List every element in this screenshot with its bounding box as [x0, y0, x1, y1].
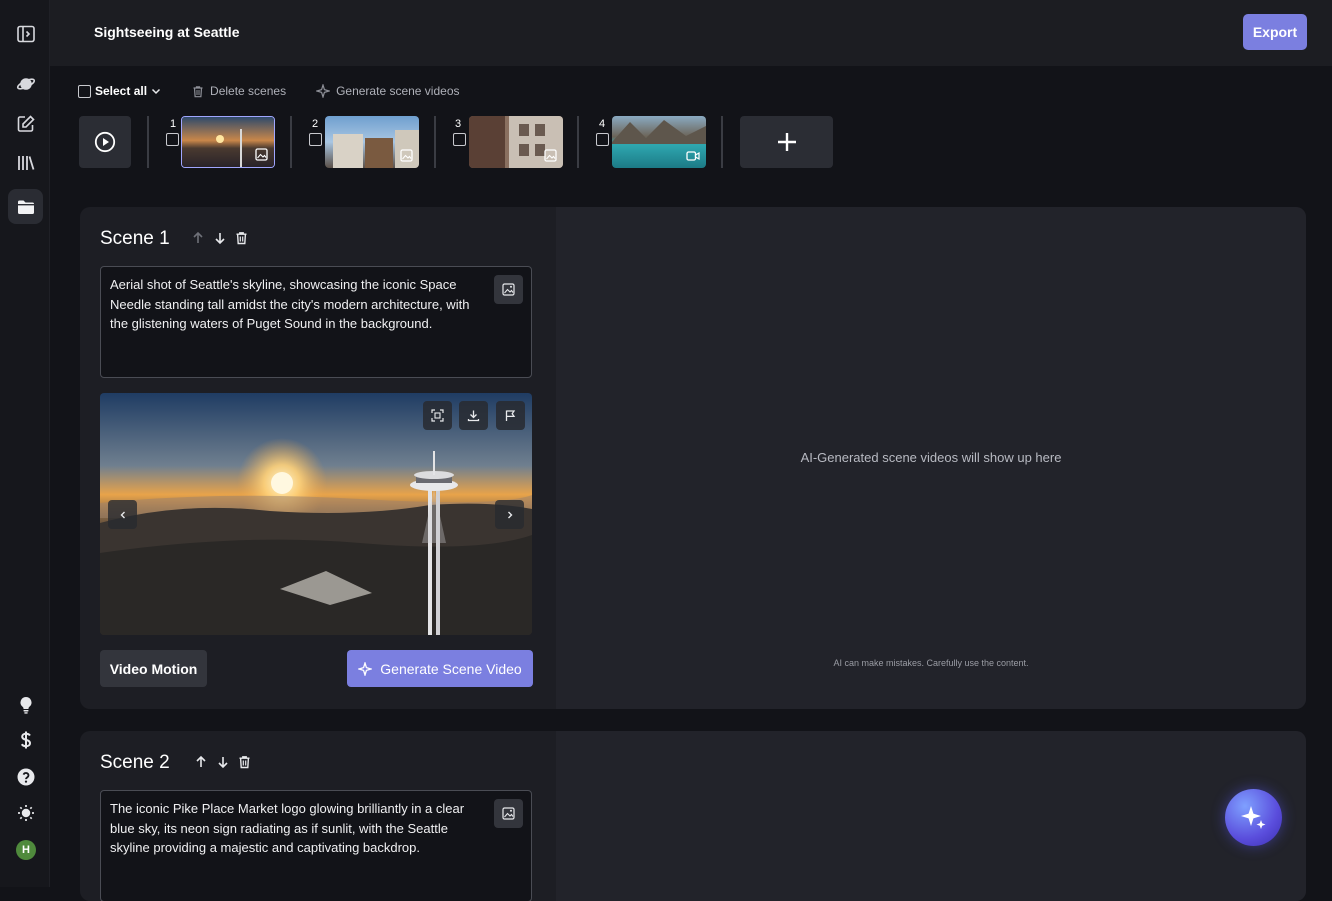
- help-icon[interactable]: [8, 759, 43, 794]
- thumb-number: 4: [599, 118, 606, 130]
- arrow-up-icon[interactable]: [191, 231, 205, 245]
- scene-toolbar: Select all Delete scenes Generate scene …: [78, 82, 490, 100]
- chevron-right-icon: [507, 511, 512, 518]
- expand-icon: [431, 409, 444, 422]
- scene-thumbnail-4[interactable]: [612, 116, 706, 168]
- divider: [434, 116, 436, 168]
- thumb-number: 3: [455, 118, 462, 130]
- scene-prompt-textarea[interactable]: The iconic Pike Place Market logo glowin…: [100, 790, 532, 901]
- scene-videos-panel: [556, 731, 1306, 901]
- chevron-down-icon: [152, 88, 161, 95]
- image-icon: [255, 148, 268, 161]
- image-refresh-icon: [502, 283, 515, 296]
- image-refresh-icon: [502, 807, 515, 820]
- report-button[interactable]: [496, 401, 525, 430]
- divider: [577, 116, 579, 168]
- dollar-icon[interactable]: [8, 722, 43, 757]
- divider: [290, 116, 292, 168]
- play-all-button[interactable]: [79, 116, 131, 168]
- thumb-checkbox[interactable]: [166, 133, 179, 146]
- scene-prompt-text: The iconic Pike Place Market logo glowin…: [110, 801, 465, 855]
- scene-videos-panel: AI-Generated scene videos will show up h…: [556, 207, 1306, 709]
- select-all-dropdown[interactable]: Select all: [78, 84, 162, 98]
- toggle-sidebar-icon[interactable]: [8, 16, 43, 51]
- thumb-number: 1: [170, 118, 177, 130]
- chevron-left-icon: [120, 511, 125, 518]
- delete-scenes-label: Delete scenes: [210, 84, 287, 98]
- arrow-down-icon[interactable]: [213, 231, 227, 245]
- videos-placeholder: AI-Generated scene videos will show up h…: [800, 450, 1062, 465]
- select-all-label: Select all: [95, 84, 148, 98]
- scene-title: Scene 2: [100, 752, 170, 773]
- scene-prompt-text: Aerial shot of Seattle's skyline, showca…: [110, 277, 470, 331]
- download-icon: [467, 410, 480, 422]
- plus-icon: [777, 133, 796, 151]
- image-icon: [544, 149, 557, 162]
- thumb-checkbox[interactable]: [596, 133, 609, 146]
- add-scene-button[interactable]: [740, 116, 833, 168]
- folder-icon[interactable]: [8, 189, 43, 224]
- scene-card-2: Scene 2 The iconic Pike Place Market log…: [80, 731, 1306, 901]
- project-title: Sightseeing at Seattle: [94, 24, 240, 40]
- video-motion-button[interactable]: Video Motion: [100, 650, 207, 687]
- delete-scenes-button[interactable]: Delete scenes: [192, 84, 286, 98]
- scene-thumbnail-1[interactable]: [181, 116, 275, 168]
- flag-icon: [505, 410, 516, 421]
- scene-thumbnail-2[interactable]: [325, 116, 419, 168]
- scene-prompt-textarea[interactable]: Aerial shot of Seattle's skyline, showca…: [100, 266, 532, 378]
- select-all-checkbox[interactable]: [78, 84, 91, 98]
- sidebar: H: [0, 0, 50, 887]
- library-icon[interactable]: [8, 145, 43, 180]
- export-button[interactable]: Export: [1243, 14, 1307, 50]
- edit-icon[interactable]: [8, 106, 43, 141]
- next-image-button[interactable]: [495, 500, 524, 529]
- trash-icon[interactable]: [235, 231, 248, 245]
- avatar[interactable]: H: [16, 840, 36, 860]
- generate-scene-videos-button[interactable]: Generate scene videos: [316, 84, 460, 98]
- ai-sparkle-icon: [1240, 805, 1265, 829]
- sparkle-icon: [316, 84, 331, 98]
- previous-image-button[interactable]: [108, 500, 137, 529]
- ai-disclaimer: AI can make mistakes. Carefully use the …: [833, 658, 1029, 668]
- arrow-up-icon[interactable]: [194, 755, 208, 769]
- header: Sightseeing at Seattle Export: [50, 0, 1332, 66]
- sparkle-icon: [358, 661, 373, 676]
- generate-image-button[interactable]: [494, 275, 523, 304]
- thumb-checkbox[interactable]: [453, 133, 466, 146]
- scene-actions: [191, 231, 256, 245]
- trash-icon: [193, 85, 203, 97]
- arrow-down-icon[interactable]: [216, 755, 230, 769]
- generate-scene-video-label: Generate Scene Video: [380, 660, 522, 677]
- divider: [721, 116, 723, 168]
- thumb-number: 2: [312, 118, 319, 130]
- video-icon: [686, 151, 700, 161]
- fullscreen-button[interactable]: [423, 401, 452, 430]
- generate-scene-videos-label: Generate scene videos: [336, 84, 460, 98]
- sun-icon[interactable]: [8, 795, 43, 830]
- generate-scene-video-button[interactable]: Generate Scene Video: [347, 650, 533, 687]
- scene-image: [100, 393, 532, 635]
- trash-icon[interactable]: [238, 755, 251, 769]
- thumb-checkbox[interactable]: [309, 133, 322, 146]
- lightbulb-icon[interactable]: [8, 687, 43, 722]
- scene-title: Scene 1: [100, 228, 170, 249]
- scene-actions: [194, 755, 259, 769]
- scene-card-1: AI-Generated scene videos will show up h…: [80, 207, 1306, 709]
- generate-image-button[interactable]: [494, 799, 523, 828]
- divider: [147, 116, 149, 168]
- download-button[interactable]: [459, 401, 488, 430]
- scene-thumbnail-3[interactable]: [469, 116, 563, 168]
- image-icon: [400, 149, 413, 162]
- play-icon: [94, 131, 116, 153]
- ai-assistant-button[interactable]: [1225, 789, 1282, 846]
- planet-icon[interactable]: [8, 66, 43, 101]
